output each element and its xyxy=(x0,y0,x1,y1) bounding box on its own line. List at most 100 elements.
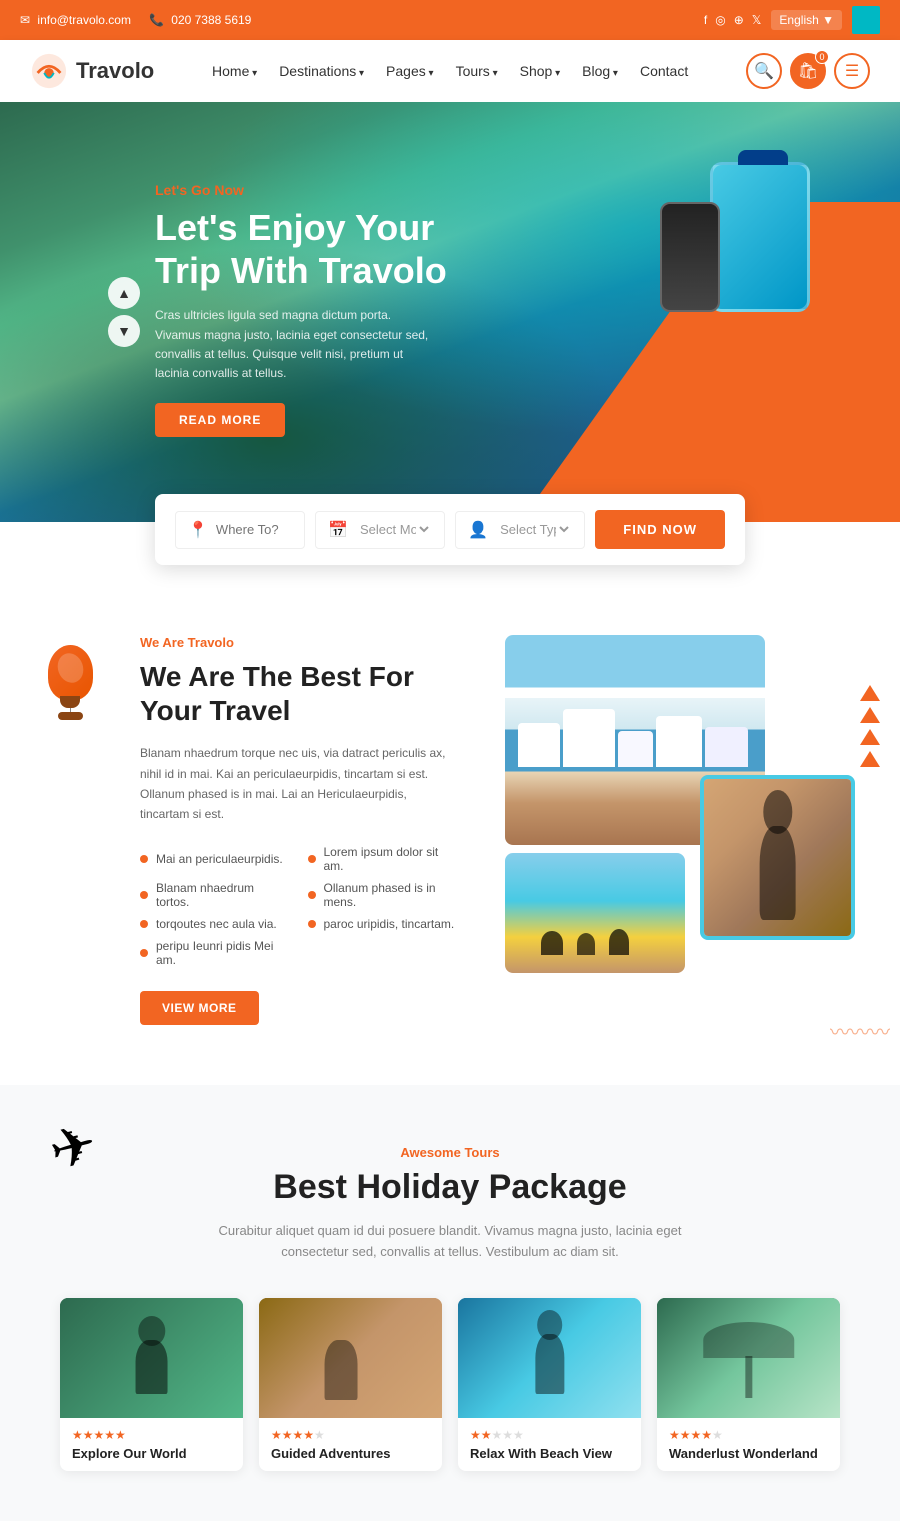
feature-dot-2 xyxy=(308,855,316,863)
feature-dot-4 xyxy=(308,891,316,899)
type-field[interactable]: 👤 Select Type AdventureBeachCity Cultura… xyxy=(455,511,585,549)
stars-2: ★★★★★ xyxy=(271,1428,430,1442)
nav-links: Home Destinations Pages Tours Shop Blog … xyxy=(212,63,688,79)
logo[interactable]: Travolo xyxy=(30,52,154,90)
person-photo xyxy=(704,779,851,936)
package-title-1: Explore Our World xyxy=(72,1446,231,1461)
view-more-button[interactable]: VIEW MORE xyxy=(140,991,259,1025)
teal-accent-box xyxy=(852,6,880,34)
mail-icon: ✉ xyxy=(20,13,30,27)
balloon-basket xyxy=(58,712,83,720)
feature-dot-1 xyxy=(140,855,148,863)
cart-badge: 0 xyxy=(815,50,829,64)
hero-description: Cras ultricies ligula sed magna dictum p… xyxy=(155,306,435,383)
menu-button[interactable]: ☰ xyxy=(834,53,870,89)
triangle-3 xyxy=(860,729,880,745)
holiday-label: Awesome Tours xyxy=(60,1145,840,1160)
suitcase-illustration xyxy=(710,162,810,312)
nav-action-icons: 🔍 🛍 0 ☰ xyxy=(746,53,870,89)
stars-4: ★★★★★ xyxy=(669,1428,828,1442)
phone-illustration xyxy=(660,202,720,312)
about-images xyxy=(505,635,820,955)
package-card-1: ★★★★★ Explore Our World xyxy=(60,1298,243,1471)
package-body-4: ★★★★★ Wanderlust Wonderland xyxy=(657,1418,840,1471)
hero-title: Let's Enjoy Your Trip With Travolo xyxy=(155,206,475,292)
hero-subtitle: Let's Go Now xyxy=(155,182,475,198)
package-image-1 xyxy=(60,1298,243,1418)
nav-contact[interactable]: Contact xyxy=(640,63,688,79)
beach-photo xyxy=(505,853,685,973)
package-image-4 xyxy=(657,1298,840,1418)
feature-dot-3 xyxy=(140,891,148,899)
package-card-2: ★★★★★ Guided Adventures xyxy=(259,1298,442,1471)
waves-decoration: 〰〰〰 xyxy=(830,1016,890,1045)
hero-next-arrow[interactable]: ▼ xyxy=(108,315,140,347)
type-icon: 👤 xyxy=(468,520,488,540)
main-navigation: Travolo Home Destinations Pages Tours Sh… xyxy=(0,40,900,102)
hero-read-more-button[interactable]: READ MORE xyxy=(155,403,285,437)
hero-arrows: ▲ ▼ xyxy=(108,277,140,347)
where-to-field[interactable]: 📍 xyxy=(175,511,305,549)
triangles-decoration xyxy=(860,685,880,767)
nav-tours[interactable]: Tours xyxy=(456,63,498,79)
feature-dot-7 xyxy=(140,949,148,957)
facebook-link[interactable]: f xyxy=(704,13,707,27)
calendar-icon: 📅 xyxy=(328,520,348,540)
type-select[interactable]: Select Type AdventureBeachCity CulturalN… xyxy=(496,521,572,538)
pinterest-link[interactable]: ⊕ xyxy=(734,13,744,27)
search-bar: 📍 📅 Select Month JanuaryFebruaryMarch Ap… xyxy=(155,494,745,565)
feature-2: Lorem ipsum dolor sit am. xyxy=(308,845,456,873)
social-links: f ◎ ⊕ 𝕏 xyxy=(704,13,762,27)
feature-7: peripu Ieunri pidis Mei am. xyxy=(140,939,288,967)
balloon-body xyxy=(48,645,93,700)
logo-text: Travolo xyxy=(76,58,154,84)
nav-shop[interactable]: Shop xyxy=(520,63,561,79)
stars-3: ★★★★★ xyxy=(470,1428,629,1442)
about-section: 〰〰〰 We Are Travolo We Are The Best For Y… xyxy=(0,565,900,1085)
instagram-link[interactable]: ◎ xyxy=(715,13,725,27)
nav-pages[interactable]: Pages xyxy=(386,63,434,79)
hero-content: Let's Go Now Let's Enjoy Your Trip With … xyxy=(155,182,475,437)
cart-button[interactable]: 🛍 0 xyxy=(790,53,826,89)
package-body-3: ★★★★★ Relax With Beach View xyxy=(458,1418,641,1471)
nav-destinations[interactable]: Destinations xyxy=(279,63,364,79)
package-title-3: Relax With Beach View xyxy=(470,1446,629,1461)
holiday-description: Curabitur aliquet quam id dui posuere bl… xyxy=(200,1221,700,1263)
triangle-4 xyxy=(860,751,880,767)
logo-icon xyxy=(30,52,68,90)
beach-image xyxy=(505,853,685,973)
hero-section: ▲ ▼ Let's Go Now Let's Enjoy Your Trip W… xyxy=(0,102,900,522)
feature-3: Blanam nhaedrum tortos. xyxy=(140,881,288,909)
find-now-button[interactable]: FIND NOW xyxy=(595,510,725,549)
nav-home[interactable]: Home xyxy=(212,63,257,79)
hero-prev-arrow[interactable]: ▲ xyxy=(108,277,140,309)
triangle-2 xyxy=(860,707,880,723)
language-selector[interactable]: English ▼ xyxy=(771,10,842,30)
feature-1: Mai an periculaeurpidis. xyxy=(140,845,288,873)
search-button[interactable]: 🔍 xyxy=(746,53,782,89)
top-bar-contact: ✉ info@travolo.com 📞 020 7388 5619 xyxy=(20,13,251,27)
twitter-link[interactable]: 𝕏 xyxy=(752,13,762,27)
package-body-2: ★★★★★ Guided Adventures xyxy=(259,1418,442,1471)
airplane-icon: ✈ xyxy=(43,1110,104,1184)
package-body-1: ★★★★★ Explore Our World xyxy=(60,1418,243,1471)
hero-illustration xyxy=(590,122,870,462)
feature-6: paroc uripidis, tincartam. xyxy=(308,917,456,931)
where-to-input[interactable] xyxy=(216,522,292,537)
month-select[interactable]: Select Month JanuaryFebruaryMarch AprilM… xyxy=(356,521,432,538)
top-bar: ✉ info@travolo.com 📞 020 7388 5619 f ◎ ⊕… xyxy=(0,0,900,40)
feature-5: torqoutes nec aula via. xyxy=(140,917,288,931)
location-icon: 📍 xyxy=(188,520,208,540)
top-bar-right: f ◎ ⊕ 𝕏 English ▼ xyxy=(704,6,880,34)
package-title-4: Wanderlust Wonderland xyxy=(669,1446,828,1461)
stars-1: ★★★★★ xyxy=(72,1428,231,1442)
month-field[interactable]: 📅 Select Month JanuaryFebruaryMarch Apri… xyxy=(315,511,445,549)
holiday-title: Best Holiday Package xyxy=(60,1168,840,1207)
phone-icon: 📞 xyxy=(149,13,164,27)
email-info: ✉ info@travolo.com xyxy=(20,13,131,27)
feature-dot-6 xyxy=(308,920,316,928)
phone-info: 📞 020 7388 5619 xyxy=(149,13,251,27)
package-title-2: Guided Adventures xyxy=(271,1446,430,1461)
feature-4: Ollanum phased is in mens. xyxy=(308,881,456,909)
nav-blog[interactable]: Blog xyxy=(582,63,618,79)
